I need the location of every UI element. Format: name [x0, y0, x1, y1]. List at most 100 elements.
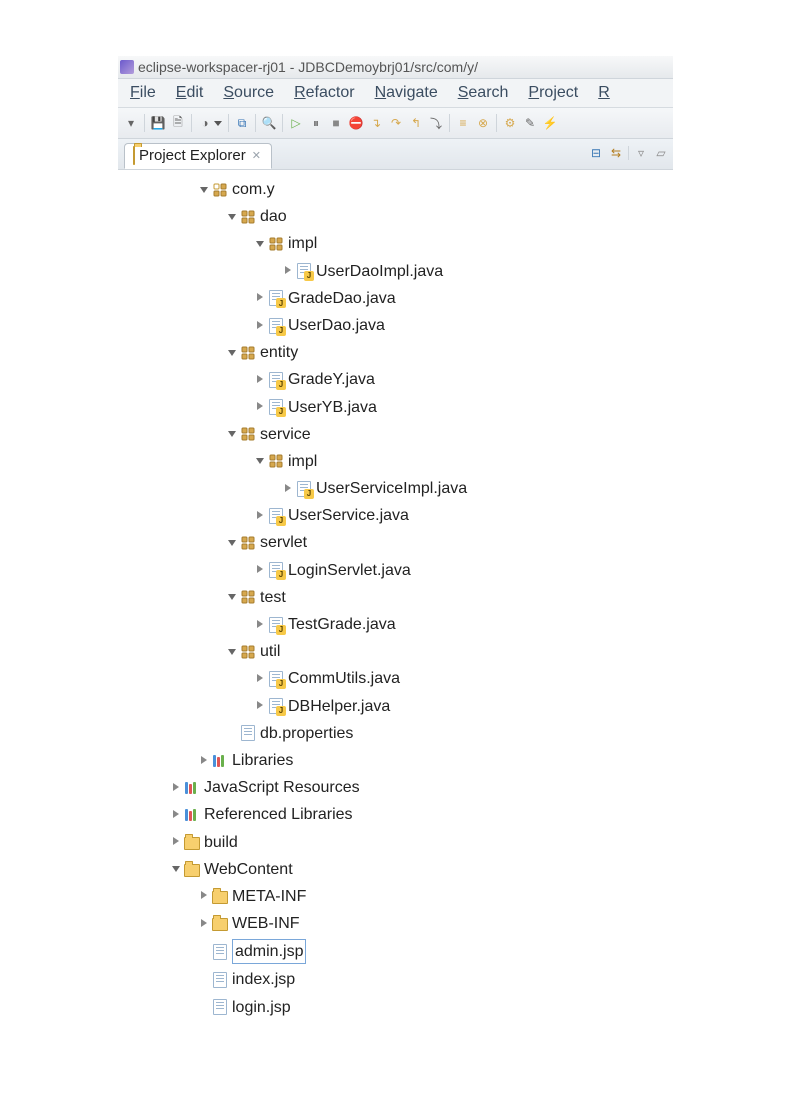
close-icon[interactable]: ✕	[252, 149, 261, 162]
minimize-icon[interactable]: ▱	[653, 145, 669, 161]
tree-package-service-impl[interactable]: impl	[118, 448, 673, 475]
debug-pause-icon[interactable]: ⏸	[307, 114, 325, 132]
collapse-all-icon[interactable]: ⊟	[588, 145, 604, 161]
caret-icon[interactable]	[254, 401, 266, 413]
tree-file-gradedao[interactable]: J GradeDao.java	[118, 285, 673, 312]
tree-file-userdao[interactable]: J UserDao.java	[118, 312, 673, 339]
tree-label: CommUtils.java	[288, 667, 400, 690]
view-menu-icon[interactable]: ▿	[633, 145, 649, 161]
caret-icon[interactable]	[254, 510, 266, 522]
caret-icon[interactable]	[254, 455, 266, 467]
tree-file-adminjsp[interactable]: admin.jsp	[118, 937, 673, 966]
debug-stop-icon[interactable]: ■	[327, 114, 345, 132]
new-dropdown-icon[interactable]: ▾	[122, 114, 140, 132]
package-icon	[268, 236, 284, 252]
tree-package-com-y[interactable]: com.y	[118, 176, 673, 203]
debug-resume-icon[interactable]: ▷	[287, 114, 305, 132]
search-icon[interactable]: 🔍	[260, 114, 278, 132]
skip-breakpoints-icon[interactable]: ⊗	[474, 114, 492, 132]
link-editor-icon[interactable]: ⇆	[608, 145, 624, 161]
step-over-icon[interactable]: ↷	[387, 114, 405, 132]
run-last-icon[interactable]: ≡	[454, 114, 472, 132]
step-return-icon[interactable]: ↰	[407, 114, 425, 132]
debug-disconnect-icon[interactable]: ⛔	[347, 114, 365, 132]
tree-file-indexjsp[interactable]: index.jsp	[118, 966, 673, 993]
tree-libraries[interactable]: Libraries	[118, 747, 673, 774]
tree-folder-webcontent[interactable]: WebContent	[118, 856, 673, 883]
tree-package-test[interactable]: test	[118, 584, 673, 611]
project-tree[interactable]: com.y dao impl J UserDaoImpl.java J Grad…	[118, 170, 673, 1021]
caret-icon[interactable]	[254, 564, 266, 576]
toggle-breadcrumb-icon[interactable]: ⧉	[233, 114, 251, 132]
tree-file-testgrade[interactable]: J TestGrade.java	[118, 611, 673, 638]
wand-icon[interactable]: ✎	[521, 114, 539, 132]
tree-folder-metainf[interactable]: META-INF	[118, 883, 673, 910]
new-server-icon[interactable]: ⚙	[501, 114, 519, 132]
caret-icon[interactable]	[198, 918, 210, 930]
caret-icon[interactable]	[198, 184, 210, 196]
caret-icon[interactable]	[254, 374, 266, 386]
caret-icon[interactable]	[254, 320, 266, 332]
tree-file-gradey[interactable]: J GradeY.java	[118, 366, 673, 393]
menu-project[interactable]: Project	[518, 81, 588, 105]
caret-icon[interactable]	[226, 347, 238, 359]
caret-icon[interactable]	[254, 619, 266, 631]
caret-icon[interactable]	[226, 428, 238, 440]
tree-file-loginjsp[interactable]: login.jsp	[118, 994, 673, 1021]
menu-edit[interactable]: Edit	[166, 81, 214, 105]
save-icon[interactable]: 💾	[149, 114, 167, 132]
caret-icon[interactable]	[198, 755, 210, 767]
dropdown-icon[interactable]	[214, 121, 222, 126]
caret-icon[interactable]	[254, 673, 266, 685]
menu-file[interactable]: File	[120, 81, 166, 105]
caret-icon[interactable]	[226, 537, 238, 549]
tree-label: TestGrade.java	[288, 613, 396, 636]
caret-icon[interactable]	[170, 809, 182, 821]
tree-file-commutils[interactable]: J CommUtils.java	[118, 665, 673, 692]
tree-file-useryb[interactable]: J UserYB.java	[118, 394, 673, 421]
menu-search[interactable]: Search	[448, 81, 519, 105]
tree-package-service[interactable]: service	[118, 421, 673, 448]
caret-icon[interactable]	[282, 483, 294, 495]
step-into-icon[interactable]: ↴	[367, 114, 385, 132]
caret-icon[interactable]	[170, 863, 182, 875]
build-icon[interactable]: ◑	[196, 114, 214, 132]
project-explorer-tab[interactable]: Project Explorer ✕	[124, 143, 272, 169]
tree-package-dao-impl[interactable]: impl	[118, 230, 673, 257]
tree-file-loginservlet[interactable]: J LoginServlet.java	[118, 557, 673, 584]
tree-folder-build[interactable]: build	[118, 829, 673, 856]
menu-source[interactable]: Source	[213, 81, 284, 105]
tree-file-userservice[interactable]: J UserService.java	[118, 502, 673, 529]
caret-icon[interactable]	[226, 646, 238, 658]
tree-folder-webinf[interactable]: WEB-INF	[118, 910, 673, 937]
tree-js-resources[interactable]: JavaScript Resources	[118, 774, 673, 801]
caret-icon[interactable]	[226, 591, 238, 603]
menu-navigate[interactable]: Navigate	[365, 81, 448, 105]
menu-refactor[interactable]: Refactor	[284, 81, 364, 105]
tree-file-userserviceimpl[interactable]: J UserServiceImpl.java	[118, 475, 673, 502]
save-all-icon[interactable]: 🗎	[169, 114, 187, 132]
tree-label: UserDao.java	[288, 314, 385, 337]
caret-icon[interactable]	[226, 211, 238, 223]
tree-package-entity[interactable]: entity	[118, 339, 673, 366]
caret-icon[interactable]	[254, 700, 266, 712]
caret-icon[interactable]	[282, 265, 294, 277]
tree-referenced-libraries[interactable]: Referenced Libraries	[118, 801, 673, 828]
caret-icon[interactable]	[170, 782, 182, 794]
tree-file-dbhelper[interactable]: J DBHelper.java	[118, 693, 673, 720]
caret-icon[interactable]	[254, 292, 266, 304]
drop-to-frame-icon[interactable]: ⤵	[427, 114, 445, 132]
package-icon	[240, 644, 256, 660]
tree-file-userdaoimpl[interactable]: J UserDaoImpl.java	[118, 258, 673, 285]
tree-package-util[interactable]: util	[118, 638, 673, 665]
tree-file-dbproperties[interactable]: db.properties	[118, 720, 673, 747]
separator	[144, 114, 145, 132]
main-toolbar: ▾ 💾 🗎 ◑ ⧉ 🔍 ▷ ⏸ ■ ⛔ ↴ ↷ ↰ ⤵ ≡ ⊗ ⚙ ✎ ⚡	[118, 108, 673, 139]
ext-tool-icon[interactable]: ⚡	[541, 114, 559, 132]
tree-package-dao[interactable]: dao	[118, 203, 673, 230]
caret-icon[interactable]	[198, 890, 210, 902]
tree-package-servlet[interactable]: servlet	[118, 529, 673, 556]
caret-icon[interactable]	[254, 238, 266, 250]
caret-icon[interactable]	[170, 836, 182, 848]
menu-run-partial[interactable]: R	[588, 81, 620, 105]
